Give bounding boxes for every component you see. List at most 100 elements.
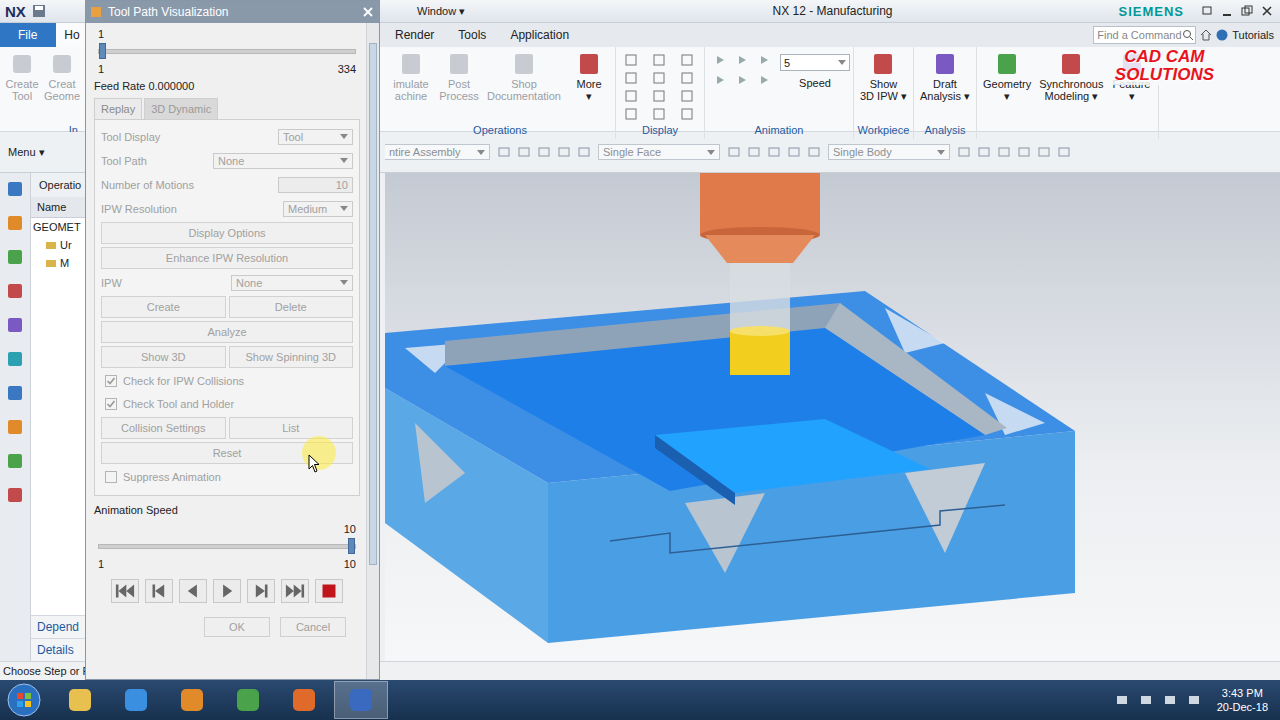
taskbar-app[interactable]: [222, 682, 274, 718]
selection-icon[interactable]: [788, 146, 800, 158]
tray-icon[interactable]: [1163, 693, 1177, 707]
dialog-button[interactable]: Create: [101, 296, 226, 318]
option-dropdown[interactable]: None: [231, 275, 353, 291]
selection-icon[interactable]: [958, 146, 970, 158]
help-icon[interactable]: [1216, 29, 1228, 41]
taskbar-app[interactable]: [334, 681, 388, 719]
selection-icon[interactable]: [538, 146, 550, 158]
resource-icon[interactable]: [5, 247, 25, 267]
resource-icon[interactable]: [5, 315, 25, 335]
dialog-button[interactable]: List: [229, 417, 354, 439]
stop-icon[interactable]: [315, 579, 343, 603]
display-icon[interactable]: [653, 72, 665, 84]
selection-icon[interactable]: [578, 146, 590, 158]
restore-icon[interactable]: [1200, 4, 1214, 18]
dialog-button[interactable]: Collision Settings: [101, 417, 226, 439]
checkbox-icon[interactable]: [105, 471, 117, 483]
option-dropdown[interactable]: Tool: [278, 129, 353, 145]
tray-icon[interactable]: [1187, 693, 1201, 707]
motions-input[interactable]: 10: [278, 177, 353, 193]
resource-icon[interactable]: [5, 417, 25, 437]
play-icon[interactable]: [213, 579, 241, 603]
ribbon-button[interactable]: imulateachine: [388, 50, 434, 102]
checkbox-row[interactable]: Check Tool and Holder: [101, 394, 353, 414]
display-icon[interactable]: [625, 54, 637, 66]
selection-icon[interactable]: [998, 146, 1010, 158]
display-icon[interactable]: [681, 72, 693, 84]
display-icon[interactable]: [681, 108, 693, 120]
selection-icon[interactable]: [1018, 146, 1030, 158]
ribbon-button[interactable]: CreateTool: [3, 50, 41, 102]
speed-slider[interactable]: 10 110: [94, 520, 360, 571]
filter-dropdown[interactable]: Single Face: [598, 144, 720, 160]
first-icon[interactable]: [111, 579, 139, 603]
playback-icon[interactable]: [714, 54, 726, 66]
selection-icon[interactable]: [1058, 146, 1070, 158]
resource-icon[interactable]: [5, 383, 25, 403]
dialog-button[interactable]: Reset: [101, 442, 353, 464]
dialog-button[interactable]: Enhance IPW Resolution: [101, 247, 353, 269]
speed-dropdown[interactable]: 5: [780, 54, 850, 71]
checkbox-row[interactable]: Check for IPW Collisions: [101, 371, 353, 391]
selection-icon[interactable]: [558, 146, 570, 158]
filter-dropdown[interactable]: ntire Assembly: [385, 144, 490, 160]
step-back-icon[interactable]: [145, 579, 173, 603]
display-icon[interactable]: [625, 90, 637, 102]
option-dropdown[interactable]: Medium: [283, 201, 353, 217]
ribbon-button[interactable]: CreatGeome: [43, 50, 81, 102]
checkbox-icon[interactable]: [105, 375, 117, 387]
dialog-button[interactable]: Delete: [229, 296, 354, 318]
dialog-title-bar[interactable]: Tool Path Visualization: [86, 1, 379, 23]
dialog-action-button[interactable]: Cancel: [280, 617, 346, 637]
checkbox-row[interactable]: Suppress Animation: [101, 467, 353, 487]
maximize-icon[interactable]: [1240, 4, 1254, 18]
playback-icon[interactable]: [714, 74, 726, 86]
taskbar-app[interactable]: [110, 682, 162, 718]
start-icon[interactable]: [6, 682, 42, 718]
selection-icon[interactable]: [518, 146, 530, 158]
ribbon-button[interactable]: PostProcess: [436, 50, 482, 102]
navigator-panel[interactable]: Depend: [31, 615, 85, 638]
dialog-button[interactable]: Analyze: [101, 321, 353, 343]
navigator-row[interactable]: M: [31, 254, 85, 272]
ribbon-tab[interactable]: Ho: [56, 23, 87, 47]
clock[interactable]: 3:43 PM20-Dec-18: [1211, 686, 1274, 714]
resource-icon[interactable]: [5, 179, 25, 199]
taskbar-app[interactable]: [278, 682, 330, 718]
option-dropdown[interactable]: None: [213, 153, 353, 169]
dialog-tab[interactable]: 3D Dynamic: [144, 98, 218, 119]
close-icon[interactable]: [1260, 4, 1274, 18]
play-back-icon[interactable]: [179, 579, 207, 603]
playback-icon[interactable]: [758, 74, 770, 86]
ribbon-tab[interactable]: Tools: [448, 28, 496, 42]
workpiece-model[interactable]: [385, 173, 1280, 661]
tutorials-link[interactable]: Tutorials: [1232, 29, 1274, 41]
ribbon-button[interactable]: Geometry▾: [980, 50, 1034, 102]
ribbon-button[interactable]: ShopDocumentation: [484, 50, 564, 102]
selection-icon[interactable]: [498, 146, 510, 158]
checkbox-icon[interactable]: [105, 398, 117, 410]
display-icon[interactable]: [653, 54, 665, 66]
selection-icon[interactable]: [728, 146, 740, 158]
display-icon[interactable]: [681, 90, 693, 102]
column-header[interactable]: Name: [31, 197, 85, 218]
ribbon-tab[interactable]: File: [0, 23, 56, 47]
close-icon[interactable]: [361, 5, 375, 19]
tray-icon[interactable]: [1139, 693, 1153, 707]
motion-slider[interactable]: 1 1334: [94, 27, 360, 76]
display-icon[interactable]: [625, 72, 637, 84]
selection-icon[interactable]: [768, 146, 780, 158]
ribbon-button[interactable]: DraftAnalysis ▾: [917, 50, 973, 102]
selection-icon[interactable]: [748, 146, 760, 158]
dialog-action-button[interactable]: OK: [204, 617, 270, 637]
playback-icon[interactable]: [736, 74, 748, 86]
navigator-row[interactable]: Ur: [31, 236, 85, 254]
navigator-row[interactable]: GEOMET: [31, 218, 85, 236]
resource-icon[interactable]: [5, 281, 25, 301]
selection-icon[interactable]: [978, 146, 990, 158]
taskbar-app[interactable]: [54, 682, 106, 718]
selection-icon[interactable]: [808, 146, 820, 158]
graphics-viewport[interactable]: [385, 173, 1280, 661]
tray-icon[interactable]: [1115, 693, 1129, 707]
filter-dropdown[interactable]: Single Body: [828, 144, 950, 160]
